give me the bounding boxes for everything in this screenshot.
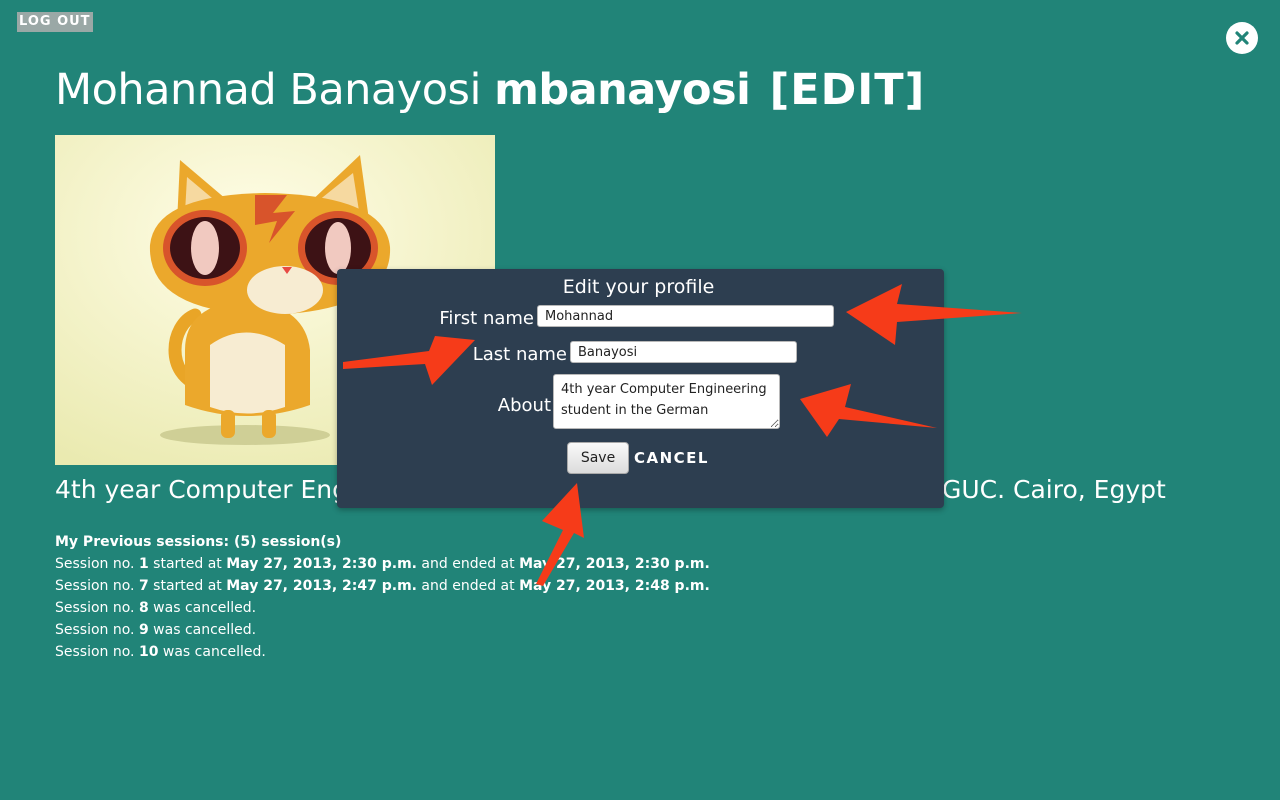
session-start: May 27, 2013, 2:47 p.m. xyxy=(226,578,417,594)
session-row: Session no. 8 was cancelled. xyxy=(55,597,710,619)
session-number: 9 xyxy=(138,622,149,638)
session-number: 1 xyxy=(138,556,149,572)
session-end: May 27, 2013, 2:30 p.m. xyxy=(519,556,710,572)
about-text-right: GUC. Cairo, Egypt xyxy=(942,475,1166,504)
first-name-label: First name xyxy=(439,308,534,329)
session-prefix: Session no. xyxy=(55,622,139,638)
session-row: Session no. 10 was cancelled. xyxy=(55,641,710,663)
about-field[interactable]: 4th year Computer Engineering student in… xyxy=(553,374,780,429)
session-end: May 27, 2013, 2:48 p.m. xyxy=(519,578,710,594)
modal-title: Edit your profile xyxy=(562,276,715,298)
session-row: Session no. 7 started at May 27, 2013, 2… xyxy=(55,575,710,597)
close-icon xyxy=(1235,31,1249,45)
session-row: Session no. 9 was cancelled. xyxy=(55,619,710,641)
edit-profile-modal: Edit your profile First name Last name A… xyxy=(337,269,944,508)
session-prefix: Session no. xyxy=(55,600,139,616)
save-button[interactable]: Save xyxy=(567,442,629,474)
first-name-field[interactable] xyxy=(537,305,834,327)
session-middle: was cancelled. xyxy=(158,644,266,660)
session-row: Session no. 1 started at May 27, 2013, 2… xyxy=(55,553,710,575)
session-middle: started at xyxy=(148,578,227,594)
about-label: About xyxy=(497,395,551,416)
session-middle: was cancelled. xyxy=(148,622,257,638)
cancel-link[interactable]: CANCEL xyxy=(634,449,709,467)
sessions-heading: My Previous sessions: (5) session(s) xyxy=(55,534,342,550)
logout-button[interactable]: LOG OUT xyxy=(17,12,93,32)
last-name-field[interactable] xyxy=(570,341,797,363)
session-middle: was cancelled. xyxy=(148,600,257,616)
session-middle2: and ended at xyxy=(416,578,520,594)
sessions-list: My Previous sessions: (5) session(s) Ses… xyxy=(55,531,710,663)
session-middle: started at xyxy=(148,556,227,572)
session-prefix: Session no. xyxy=(55,578,139,594)
close-button[interactable] xyxy=(1226,22,1258,54)
session-number: 10 xyxy=(138,644,159,660)
session-prefix: Session no. xyxy=(55,644,139,660)
session-middle2: and ended at xyxy=(416,556,520,572)
session-number: 7 xyxy=(138,578,149,594)
about-text-left: 4th year Computer Engi xyxy=(55,475,355,504)
page-title: Mohannad Banayosi mbanayosi [EDIT] xyxy=(55,62,925,118)
session-number: 8 xyxy=(138,600,149,616)
session-prefix: Session no. xyxy=(55,556,139,572)
edit-profile-link[interactable]: [EDIT] xyxy=(770,65,926,115)
full-name: Mohannad Banayosi xyxy=(55,65,481,115)
last-name-label: Last name xyxy=(472,344,567,365)
session-start: May 27, 2013, 2:30 p.m. xyxy=(226,556,417,572)
username: mbanayosi xyxy=(494,65,751,115)
